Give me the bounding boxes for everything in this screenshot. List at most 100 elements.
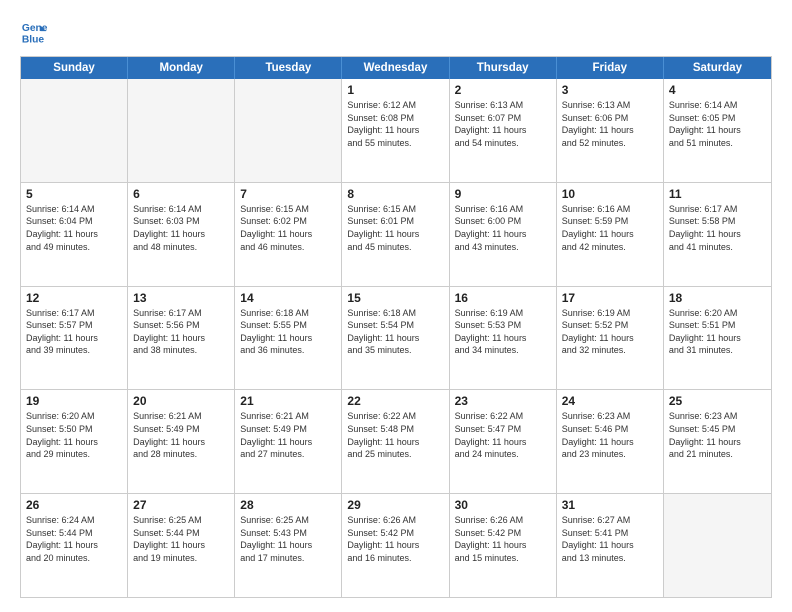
day-info: Sunrise: 6:21 AM Sunset: 5:49 PM Dayligh… bbox=[240, 410, 336, 460]
day-number: 30 bbox=[455, 498, 551, 512]
day-number: 20 bbox=[133, 394, 229, 408]
day-number: 31 bbox=[562, 498, 658, 512]
day-number: 8 bbox=[347, 187, 443, 201]
day-info: Sunrise: 6:13 AM Sunset: 6:06 PM Dayligh… bbox=[562, 99, 658, 149]
calendar-cell: 6 Sunrise: 6:14 AM Sunset: 6:03 PM Daylig… bbox=[128, 183, 235, 286]
calendar-week-5: 26 Sunrise: 6:24 AM Sunset: 5:44 PM Dayli… bbox=[21, 494, 771, 597]
day-info: Sunrise: 6:14 AM Sunset: 6:05 PM Dayligh… bbox=[669, 99, 766, 149]
day-info: Sunrise: 6:18 AM Sunset: 5:54 PM Dayligh… bbox=[347, 307, 443, 357]
day-number: 5 bbox=[26, 187, 122, 201]
calendar-cell: 3 Sunrise: 6:13 AM Sunset: 6:06 PM Daylig… bbox=[557, 79, 664, 182]
calendar-cell: 5 Sunrise: 6:14 AM Sunset: 6:04 PM Daylig… bbox=[21, 183, 128, 286]
calendar-week-2: 5 Sunrise: 6:14 AM Sunset: 6:04 PM Daylig… bbox=[21, 183, 771, 287]
calendar-cell: 15 Sunrise: 6:18 AM Sunset: 5:54 PM Dayli… bbox=[342, 287, 449, 390]
day-info: Sunrise: 6:17 AM Sunset: 5:58 PM Dayligh… bbox=[669, 203, 766, 253]
calendar-cell: 29 Sunrise: 6:26 AM Sunset: 5:42 PM Dayli… bbox=[342, 494, 449, 597]
calendar-week-1: 1 Sunrise: 6:12 AM Sunset: 6:08 PM Daylig… bbox=[21, 79, 771, 183]
day-info: Sunrise: 6:14 AM Sunset: 6:03 PM Dayligh… bbox=[133, 203, 229, 253]
calendar-cell bbox=[128, 79, 235, 182]
calendar-cell: 14 Sunrise: 6:18 AM Sunset: 5:55 PM Dayli… bbox=[235, 287, 342, 390]
header-day-tuesday: Tuesday bbox=[235, 57, 342, 79]
day-number: 7 bbox=[240, 187, 336, 201]
day-info: Sunrise: 6:25 AM Sunset: 5:43 PM Dayligh… bbox=[240, 514, 336, 564]
calendar-cell: 1 Sunrise: 6:12 AM Sunset: 6:08 PM Daylig… bbox=[342, 79, 449, 182]
calendar-cell: 17 Sunrise: 6:19 AM Sunset: 5:52 PM Dayli… bbox=[557, 287, 664, 390]
day-number: 28 bbox=[240, 498, 336, 512]
calendar-cell: 12 Sunrise: 6:17 AM Sunset: 5:57 PM Dayli… bbox=[21, 287, 128, 390]
day-info: Sunrise: 6:26 AM Sunset: 5:42 PM Dayligh… bbox=[455, 514, 551, 564]
day-number: 22 bbox=[347, 394, 443, 408]
day-info: Sunrise: 6:16 AM Sunset: 5:59 PM Dayligh… bbox=[562, 203, 658, 253]
calendar-cell bbox=[664, 494, 771, 597]
day-info: Sunrise: 6:26 AM Sunset: 5:42 PM Dayligh… bbox=[347, 514, 443, 564]
calendar-cell: 16 Sunrise: 6:19 AM Sunset: 5:53 PM Dayli… bbox=[450, 287, 557, 390]
page: General Blue SundayMondayTuesdayWednesda… bbox=[0, 0, 792, 612]
header-day-monday: Monday bbox=[128, 57, 235, 79]
day-info: Sunrise: 6:20 AM Sunset: 5:51 PM Dayligh… bbox=[669, 307, 766, 357]
header-day-sunday: Sunday bbox=[21, 57, 128, 79]
day-number: 10 bbox=[562, 187, 658, 201]
calendar-cell: 31 Sunrise: 6:27 AM Sunset: 5:41 PM Dayli… bbox=[557, 494, 664, 597]
day-number: 29 bbox=[347, 498, 443, 512]
day-number: 16 bbox=[455, 291, 551, 305]
day-info: Sunrise: 6:13 AM Sunset: 6:07 PM Dayligh… bbox=[455, 99, 551, 149]
day-info: Sunrise: 6:25 AM Sunset: 5:44 PM Dayligh… bbox=[133, 514, 229, 564]
calendar-cell: 20 Sunrise: 6:21 AM Sunset: 5:49 PM Dayli… bbox=[128, 390, 235, 493]
logo: General Blue bbox=[20, 18, 52, 46]
day-info: Sunrise: 6:23 AM Sunset: 5:46 PM Dayligh… bbox=[562, 410, 658, 460]
calendar-body: 1 Sunrise: 6:12 AM Sunset: 6:08 PM Daylig… bbox=[21, 79, 771, 597]
calendar-cell: 4 Sunrise: 6:14 AM Sunset: 6:05 PM Daylig… bbox=[664, 79, 771, 182]
calendar-cell: 8 Sunrise: 6:15 AM Sunset: 6:01 PM Daylig… bbox=[342, 183, 449, 286]
header-day-thursday: Thursday bbox=[450, 57, 557, 79]
calendar-cell: 24Sunrise: 6:23 AM Sunset: 5:46 PM Dayli… bbox=[557, 390, 664, 493]
day-number: 23 bbox=[455, 394, 551, 408]
day-number: 21 bbox=[240, 394, 336, 408]
day-info: Sunrise: 6:14 AM Sunset: 6:04 PM Dayligh… bbox=[26, 203, 122, 253]
day-info: Sunrise: 6:19 AM Sunset: 5:52 PM Dayligh… bbox=[562, 307, 658, 357]
day-number: 11 bbox=[669, 187, 766, 201]
day-info: Sunrise: 6:21 AM Sunset: 5:49 PM Dayligh… bbox=[133, 410, 229, 460]
calendar-cell: 10 Sunrise: 6:16 AM Sunset: 5:59 PM Dayli… bbox=[557, 183, 664, 286]
day-number: 12 bbox=[26, 291, 122, 305]
day-number: 4 bbox=[669, 83, 766, 97]
day-number: 14 bbox=[240, 291, 336, 305]
logo-icon: General Blue bbox=[20, 18, 48, 46]
calendar-cell: 9Sunrise: 6:16 AM Sunset: 6:00 PM Daylig… bbox=[450, 183, 557, 286]
day-number: 25 bbox=[669, 394, 766, 408]
day-number: 15 bbox=[347, 291, 443, 305]
day-info: Sunrise: 6:23 AM Sunset: 5:45 PM Dayligh… bbox=[669, 410, 766, 460]
calendar-cell: 30 Sunrise: 6:26 AM Sunset: 5:42 PM Dayli… bbox=[450, 494, 557, 597]
day-info: Sunrise: 6:15 AM Sunset: 6:01 PM Dayligh… bbox=[347, 203, 443, 253]
day-info: Sunrise: 6:19 AM Sunset: 5:53 PM Dayligh… bbox=[455, 307, 551, 357]
day-info: Sunrise: 6:18 AM Sunset: 5:55 PM Dayligh… bbox=[240, 307, 336, 357]
header-day-saturday: Saturday bbox=[664, 57, 771, 79]
calendar-cell: 13Sunrise: 6:17 AM Sunset: 5:56 PM Dayli… bbox=[128, 287, 235, 390]
svg-text:General: General bbox=[22, 23, 48, 34]
day-number: 19 bbox=[26, 394, 122, 408]
header-day-wednesday: Wednesday bbox=[342, 57, 449, 79]
day-info: Sunrise: 6:16 AM Sunset: 6:00 PM Dayligh… bbox=[455, 203, 551, 253]
day-info: Sunrise: 6:27 AM Sunset: 5:41 PM Dayligh… bbox=[562, 514, 658, 564]
day-number: 2 bbox=[455, 83, 551, 97]
calendar-week-3: 12 Sunrise: 6:17 AM Sunset: 5:57 PM Dayli… bbox=[21, 287, 771, 391]
calendar-week-4: 19 Sunrise: 6:20 AM Sunset: 5:50 PM Dayli… bbox=[21, 390, 771, 494]
day-info: Sunrise: 6:20 AM Sunset: 5:50 PM Dayligh… bbox=[26, 410, 122, 460]
day-number: 6 bbox=[133, 187, 229, 201]
day-number: 1 bbox=[347, 83, 443, 97]
day-number: 26 bbox=[26, 498, 122, 512]
day-number: 17 bbox=[562, 291, 658, 305]
calendar-cell: 11 Sunrise: 6:17 AM Sunset: 5:58 PM Dayli… bbox=[664, 183, 771, 286]
calendar-cell: 19 Sunrise: 6:20 AM Sunset: 5:50 PM Dayli… bbox=[21, 390, 128, 493]
day-info: Sunrise: 6:24 AM Sunset: 5:44 PM Dayligh… bbox=[26, 514, 122, 564]
calendar-cell: 27Sunrise: 6:25 AM Sunset: 5:44 PM Dayli… bbox=[128, 494, 235, 597]
day-info: Sunrise: 6:15 AM Sunset: 6:02 PM Dayligh… bbox=[240, 203, 336, 253]
day-number: 3 bbox=[562, 83, 658, 97]
day-info: Sunrise: 6:17 AM Sunset: 5:57 PM Dayligh… bbox=[26, 307, 122, 357]
calendar-cell: 23 Sunrise: 6:22 AM Sunset: 5:47 PM Dayli… bbox=[450, 390, 557, 493]
day-info: Sunrise: 6:12 AM Sunset: 6:08 PM Dayligh… bbox=[347, 99, 443, 149]
calendar-cell: 28 Sunrise: 6:25 AM Sunset: 5:43 PM Dayli… bbox=[235, 494, 342, 597]
calendar-cell bbox=[21, 79, 128, 182]
calendar-cell: 25 Sunrise: 6:23 AM Sunset: 5:45 PM Dayli… bbox=[664, 390, 771, 493]
calendar-cell: 26 Sunrise: 6:24 AM Sunset: 5:44 PM Dayli… bbox=[21, 494, 128, 597]
day-info: Sunrise: 6:22 AM Sunset: 5:47 PM Dayligh… bbox=[455, 410, 551, 460]
